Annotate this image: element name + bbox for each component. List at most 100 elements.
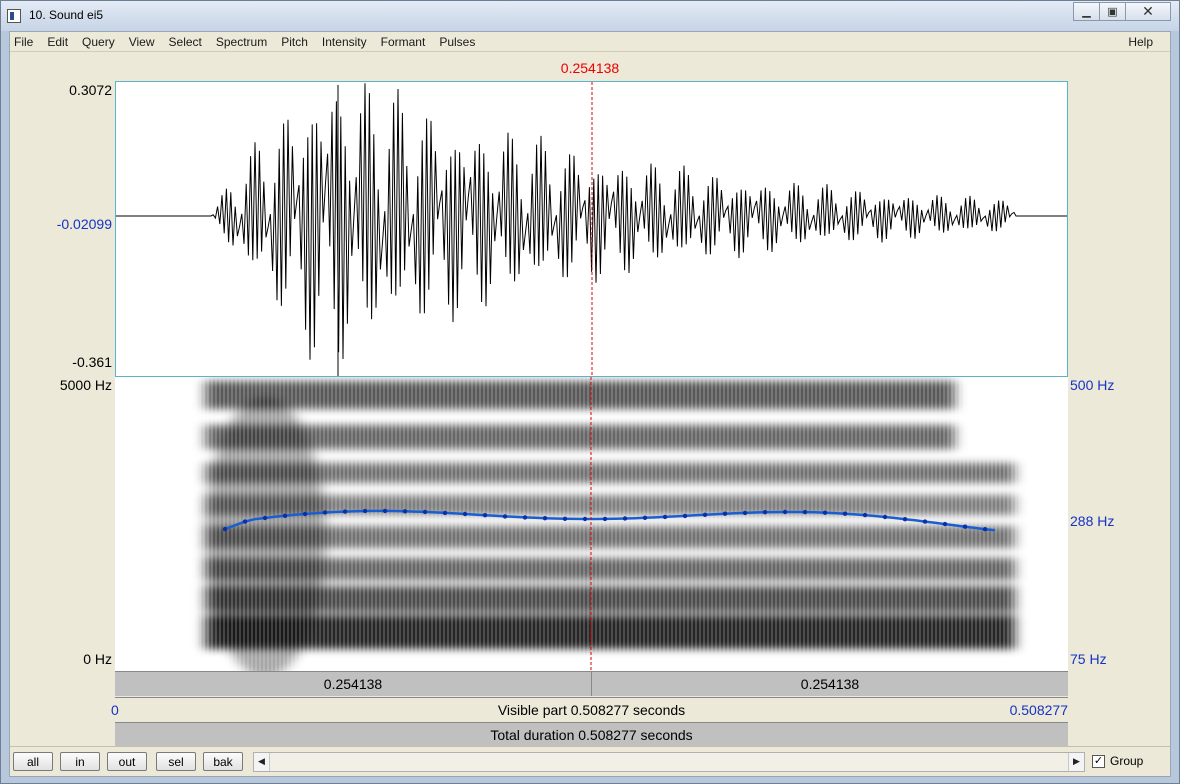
editor-client-area: File Edit Query View Select Spectrum Pit… [9,31,1171,777]
spectrogram-panel[interactable] [115,377,1068,671]
total-duration-segment: Total duration 0.508277 seconds [115,723,1068,747]
window-title: 10. Sound ei5 [29,8,104,22]
menu-help[interactable]: Help [1121,35,1160,49]
zoom-all-button[interactable]: all [13,752,53,771]
bottom-toolbar: all in out sel bak ◀ ▶ ✓ Group [10,746,1170,776]
ruler-right-time: 0.254138 [800,676,860,692]
scroll-right-arrow-icon[interactable]: ▶ [1068,753,1084,771]
pitch-point [562,516,568,521]
pitch-point [902,517,908,522]
visible-part-bar[interactable]: 0 Visible part 0.508277 seconds 0.508277 [111,697,1068,722]
menu-view[interactable]: View [122,35,162,49]
waveform-ymid-label: -0.02099 [56,216,112,232]
pitch-point [222,526,228,532]
pitch-point [742,510,748,516]
signal-view[interactable] [115,81,1068,671]
visible-part-label: Visible part 0.508277 seconds [497,702,686,718]
pitch-point [882,514,888,520]
window-controls: ▁ ▣ ✕ [1073,2,1171,21]
pitch-mid-label: 288 Hz [1070,513,1115,529]
title-bar: 10. Sound ei5 ▁ ▣ ✕ [1,1,1179,31]
menu-edit[interactable]: Edit [40,35,75,49]
pitch-point [802,509,808,515]
close-button[interactable]: ✕ [1125,2,1171,21]
pitch-point [642,515,648,520]
visible-part-segment: Visible part 0.508277 seconds [115,698,1068,722]
minimize-icon: ▁ [1082,5,1091,18]
pitch-point [822,510,828,515]
pitch-point [442,510,448,516]
pitch-point [762,510,768,515]
waveform-ymax-label: 0.3072 [69,82,112,98]
pitch-point [262,515,268,521]
pitch-point [942,521,948,527]
pitch-point [302,511,308,517]
maximize-button[interactable]: ▣ [1099,2,1125,21]
spectrogram-freq-max-label: 5000 Hz [59,377,112,393]
pitch-point [522,515,528,520]
pitch-point [722,511,728,516]
pitch-point [502,514,508,519]
pitch-max-label: 500 Hz [1070,377,1115,393]
menu-intensity[interactable]: Intensity [315,35,374,49]
waveform-svg [116,82,1067,376]
close-icon: ✕ [1142,3,1154,20]
pitch-point [962,524,968,529]
pitch-point [322,510,328,515]
praat-sound-window: 10. Sound ei5 ▁ ▣ ✕ File Edit Query View… [0,0,1180,784]
pitch-point [542,516,548,521]
menu-spectrum[interactable]: Spectrum [209,35,274,49]
visible-end-label: 0.508277 [1009,702,1068,718]
pitch-point [362,508,368,514]
menu-bar: File Edit Query View Select Spectrum Pit… [10,32,1170,52]
menu-pitch[interactable]: Pitch [274,35,315,49]
pitch-point [342,509,348,514]
spectrogram-svg [200,377,1020,671]
pitch-point [982,527,988,532]
pitch-point [582,516,588,522]
scroll-left-arrow-icon[interactable]: ◀ [254,753,270,771]
pitch-point [602,516,608,522]
minimize-button[interactable]: ▁ [1073,2,1099,21]
ruler-right-segment[interactable]: 0.254138 [592,672,1068,696]
selection-ruler[interactable]: 0.254138 0.254138 [115,671,1068,696]
menu-file[interactable]: File [10,35,40,49]
ruler-left-segment[interactable]: 0.254138 [115,672,591,696]
pitch-point [622,516,628,521]
restore-icon: ▣ [1107,5,1118,18]
pitch-point [782,509,788,515]
window-icon [7,9,21,23]
cursor-time-label: 0.254138 [560,60,620,76]
pitch-point [402,509,408,514]
pitch-point [242,519,248,524]
group-toggle[interactable]: ✓ Group [1092,754,1143,768]
menu-select[interactable]: Select [162,35,209,49]
total-duration-bar[interactable]: Total duration 0.508277 seconds [115,722,1068,747]
pitch-point [282,513,288,518]
zoom-selection-button[interactable]: sel [156,752,196,771]
pitch-point [922,519,928,524]
total-duration-label: Total duration 0.508277 seconds [490,727,693,743]
pitch-point [842,511,848,516]
zoom-out-button[interactable]: out [107,752,147,771]
zoom-back-button[interactable]: bak [203,752,243,771]
pitch-point [662,514,668,520]
pitch-point [382,508,388,514]
group-label: Group [1110,754,1144,768]
menu-pulses[interactable]: Pulses [432,35,482,49]
pitch-point [862,512,868,518]
spectrogram-freq-min-label: 0 Hz [83,651,112,667]
pitch-point [482,513,488,518]
pitch-min-label: 75 Hz [1070,651,1107,667]
horizontal-scrollbar[interactable]: ◀ ▶ [253,752,1085,772]
pitch-point [702,512,708,517]
zoom-in-button[interactable]: in [60,752,100,771]
waveform-panel[interactable] [115,81,1068,377]
waveform-ymin-label: -0.361 [72,354,112,370]
group-checkbox[interactable]: ✓ [1092,754,1105,768]
spectrogram-striations [200,377,1020,671]
menu-formant[interactable]: Formant [374,35,433,49]
menu-query[interactable]: Query [75,35,122,49]
pitch-point [422,509,428,515]
pitch-point [682,513,688,519]
